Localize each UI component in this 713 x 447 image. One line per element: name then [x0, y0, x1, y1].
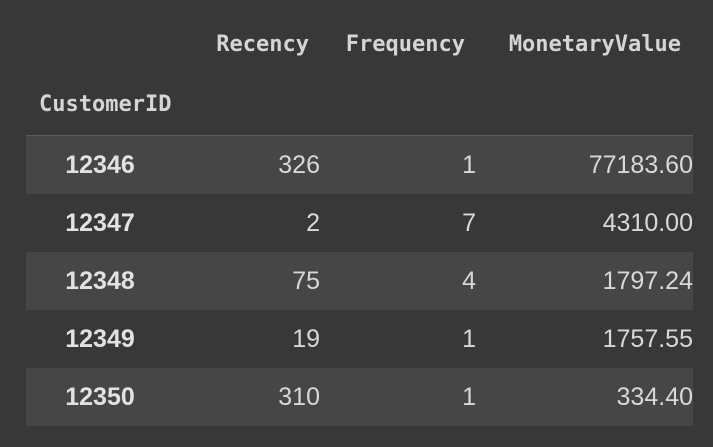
index-name-blank	[320, 74, 476, 136]
recency-cell: 75	[292, 266, 320, 295]
frequency-cell: 1	[462, 382, 476, 411]
row-index-cell: 12347	[65, 208, 135, 237]
frequency-cell: 1	[462, 150, 476, 179]
index-name-header: CustomerID	[26, 74, 174, 136]
frequency-cell: 1	[462, 324, 476, 353]
recency-cell: 326	[278, 150, 320, 179]
column-header-row: Recency Frequency MonetaryValue	[26, 14, 693, 74]
frequency-cell: 7	[462, 208, 476, 237]
column-header-recency: Recency	[216, 31, 309, 57]
monetary-value-cell: 334.40	[616, 382, 693, 411]
monetary-value-cell: 1797.24	[602, 266, 693, 295]
recency-cell: 310	[278, 382, 320, 411]
table-row: 12347 2 7 4310.00	[26, 194, 693, 252]
column-header-monetaryvalue: MonetaryValue	[508, 31, 681, 57]
table-row: 12350 310 1 334.40	[26, 368, 693, 426]
recency-cell: 2	[306, 208, 320, 237]
row-index-cell: 12346	[65, 150, 135, 179]
table-row: 12348 75 4 1797.24	[26, 252, 693, 310]
index-name-row: CustomerID	[26, 74, 693, 136]
index-name-blank	[174, 74, 320, 136]
table-header: Recency Frequency MonetaryValue Customer…	[26, 14, 693, 136]
dataframe-table: Recency Frequency MonetaryValue Customer…	[26, 14, 693, 426]
table-body: 12346 326 1 77183.60 12347 2 7 4310.00 1…	[26, 135, 693, 426]
index-header-blank	[26, 14, 174, 74]
monetary-value-cell: 77183.60	[588, 150, 693, 179]
table-row: 12346 326 1 77183.60	[26, 135, 693, 194]
monetary-value-cell: 1757.55	[602, 324, 693, 353]
row-index-cell: 12350	[65, 382, 135, 411]
index-name-blank	[476, 74, 693, 136]
frequency-cell: 4	[462, 266, 476, 295]
row-index-cell: 12348	[65, 266, 135, 295]
column-header-frequency: Frequency	[345, 31, 465, 57]
row-index-cell: 12349	[65, 324, 135, 353]
recency-cell: 19	[292, 324, 320, 353]
table-row: 12349 19 1 1757.55	[26, 310, 693, 368]
monetary-value-cell: 4310.00	[602, 208, 693, 237]
